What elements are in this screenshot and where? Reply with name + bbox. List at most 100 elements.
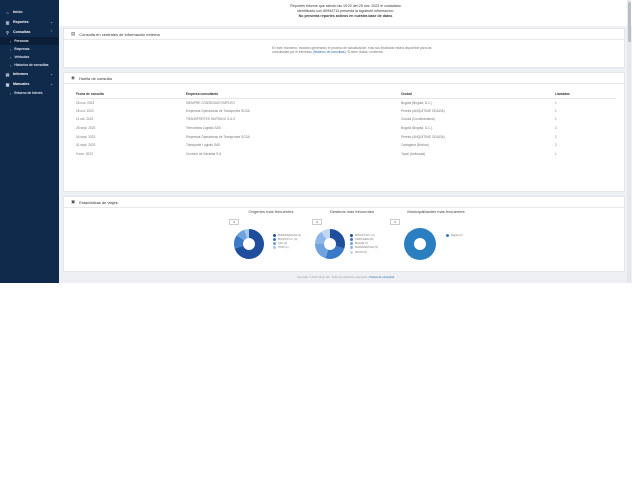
sidebar-subitem-1[interactable]: › Empresas bbox=[0, 45, 59, 53]
legend-swatch bbox=[350, 250, 353, 254]
chevron-icon: ⌄ bbox=[50, 82, 53, 86]
table-row: 28 sept. 2023 Termotrans Logistic SAS Bogo… bbox=[76, 124, 616, 133]
scrollbar-thumb[interactable] bbox=[627, 2, 631, 42]
table-row: 26 oct. 2023 Empresas Operadoras de Trans… bbox=[76, 107, 616, 116]
cell-date: 9 ene. 2023 bbox=[76, 151, 93, 156]
app-window: ⌂ Inicio ▥ Reportes ⌄ ⚲ Consultas ⌃ › Personas › Em… bbox=[0, 0, 632, 480]
cell-calls: 1 bbox=[555, 117, 557, 122]
col-city: Ciudad bbox=[401, 90, 555, 99]
legend-label: CALI (V) bbox=[278, 242, 288, 246]
legend-label: BUENAVENTURA (V) bbox=[278, 234, 302, 238]
col-company: Empresa consultante bbox=[186, 90, 401, 99]
legend-swatch bbox=[350, 234, 353, 237]
table-row: 11 oct. 2023 TRANSPORTES HURTADO S.A.S Cúc… bbox=[76, 115, 616, 124]
cell-calls: 2 bbox=[555, 143, 557, 148]
home-icon: ⌂ bbox=[6, 9, 9, 15]
col-date: Fecha de consulta bbox=[76, 90, 186, 99]
cell-city: Bogotá (Bogotá, D.C.) bbox=[401, 100, 433, 105]
bullet-icon: › bbox=[10, 38, 12, 44]
sidebar-subitem-2[interactable]: › Vehículos bbox=[0, 53, 59, 61]
sidebar-item-label: Inicio bbox=[13, 10, 23, 14]
cell-date: 26 nov. 2023 bbox=[76, 100, 95, 105]
sidebar-subitem-label: Vehículos bbox=[14, 55, 30, 59]
external-card: ▤ Consulta en centrales de información e… bbox=[63, 28, 625, 68]
legend-swatch bbox=[273, 238, 276, 242]
destinations-chart: Destinos más frecuentes 4 BOGOTÁ D.C. (C… bbox=[312, 209, 392, 259]
origins-chart: Orígenes más frecuentes 4 BUENAVENTURA (… bbox=[229, 209, 313, 259]
external-card-title: Consulta en centrales de información ext… bbox=[79, 31, 160, 37]
cell-date: 11 oct. 2023 bbox=[76, 117, 94, 122]
legend-label: OTRA (C) bbox=[278, 246, 289, 250]
legend-swatch bbox=[350, 246, 353, 250]
stats-card: ▣ Estadísticas de viajes Orígenes más fr… bbox=[63, 196, 625, 272]
table-row: 9 ene. 2023 Centurio de Sarabita S.A Yopal… bbox=[76, 150, 616, 159]
bullet-icon: › bbox=[10, 62, 12, 68]
cell-calls: 1 bbox=[555, 100, 557, 105]
external-card-header[interactable]: ▤ Consulta en centrales de información e… bbox=[64, 29, 624, 40]
legend-entry[interactable]: Bogotá (C) bbox=[446, 234, 463, 238]
document-icon: ▤ bbox=[5, 71, 10, 77]
cell-company: Termotrans Logistic SAS bbox=[186, 126, 221, 131]
sidebar-item-second-0[interactable]: ▤ Informes ⌄ bbox=[0, 69, 59, 79]
main-content: Reportes informe que siendo las 19:22 de… bbox=[59, 0, 632, 283]
municipalities-legend: Bogotá (C) bbox=[446, 234, 463, 238]
legend-label: Bogotá (C) bbox=[451, 234, 463, 238]
cell-company: Empresas Operadoras de Transportes SCSA bbox=[186, 134, 250, 139]
cell-city: Cartagena (Bolívar) bbox=[401, 143, 429, 148]
table-row: 04 sept. 2023 Empresas Operadoras de Tran… bbox=[76, 132, 616, 141]
stats-card-header[interactable]: ▣ Estadísticas de viajes bbox=[64, 197, 624, 208]
scrollbar[interactable] bbox=[627, 0, 631, 283]
sidebar-item-label: Reportes bbox=[13, 20, 29, 24]
cell-calls: 1 bbox=[555, 151, 557, 156]
sidebar-subitem-0[interactable]: › Personas bbox=[0, 37, 59, 45]
col-calls: Llamadas bbox=[555, 90, 616, 99]
municipalities-pie bbox=[404, 228, 436, 260]
bullet-icon: › bbox=[10, 54, 12, 60]
cell-city: Pereira (ANQUÍTIME ODAZIA) bbox=[401, 108, 445, 113]
cell-city: Pereira (ANQUÍTIME ODAZIA) bbox=[401, 134, 445, 139]
cell-date: 04 sept. 2023 bbox=[76, 134, 96, 139]
cell-city: Bogotá (Bogotá, D.C.) bbox=[401, 126, 433, 131]
sidebar-item-label: Informes bbox=[13, 72, 29, 76]
bullet-icon: › bbox=[10, 46, 12, 52]
sidebar-item-main-1[interactable]: ▥ Reportes ⌄ bbox=[0, 17, 59, 27]
search-icon: ⚲ bbox=[6, 29, 9, 35]
sidebar-item-main-2[interactable]: ⚲ Consultas ⌃ bbox=[0, 27, 59, 37]
trail-card: ◉ Huella de consulta Fecha de consulta E… bbox=[63, 72, 625, 192]
cell-city: Yopal (Antioquia) bbox=[401, 151, 426, 156]
sidebar-item-second-1[interactable]: ▦ Manuales ⌄ bbox=[0, 79, 59, 89]
cell-calls: 1 bbox=[555, 134, 557, 139]
report-icon: ▥ bbox=[5, 19, 10, 25]
trail-card-header[interactable]: ◉ Huella de consulta bbox=[64, 73, 624, 84]
external-text-3: Si tiene dudas, revisenos bbox=[347, 50, 383, 54]
legend-swatch bbox=[273, 242, 276, 246]
table-header-row: Fecha de consulta Empresa consultante Ci… bbox=[76, 90, 616, 99]
legend-swatch bbox=[273, 234, 276, 237]
report-message: Reportes informe que siendo las 19:22 de… bbox=[59, 0, 632, 26]
cell-date: 28 sept. 2023 bbox=[76, 126, 96, 131]
sidebar-subitem-label: Historico de consultas bbox=[14, 63, 49, 67]
cell-company: Empresas Operadoras de Transportes SCSA bbox=[186, 108, 250, 113]
document-icon: ▤ bbox=[71, 31, 76, 36]
legend-entry[interactable]: PASTO (N) bbox=[350, 250, 378, 255]
cell-calls: 2 bbox=[555, 126, 557, 131]
cell-city: Cúcuta (Cundinamarca) bbox=[401, 117, 435, 122]
donut-hole bbox=[414, 238, 426, 250]
cell-company: Centurio de Sarabita S.A bbox=[186, 151, 222, 156]
stats-card-title: Estadísticas de viajes bbox=[79, 199, 118, 205]
sidebar-subitem-3[interactable]: › Historico de consultas bbox=[0, 61, 59, 69]
legend-swatch bbox=[273, 246, 276, 250]
privacy-link[interactable]: Política de privacidad bbox=[369, 276, 394, 279]
legend-swatch bbox=[350, 238, 353, 242]
external-text: En este momento, estamos generando el pr… bbox=[272, 46, 432, 54]
legend-entry[interactable]: OTRA (C) bbox=[273, 246, 301, 250]
legend-swatch bbox=[350, 242, 353, 246]
sidebar-item-extra[interactable]: › Entorno de Interés bbox=[0, 89, 59, 97]
municipalities-chart: Municipalidades más frecuentes 4 Bogotá … bbox=[390, 209, 482, 260]
legend-label: BUENAVENTURA (V) bbox=[355, 246, 379, 250]
book-icon: ▦ bbox=[5, 81, 10, 87]
history-link[interactable]: (histórico de consultas) bbox=[313, 50, 346, 54]
chevron-icon: ⌄ bbox=[50, 72, 53, 76]
sidebar-item-main-0[interactable]: ⌂ Inicio bbox=[0, 7, 59, 17]
trail-card-title: Huella de consulta bbox=[78, 75, 112, 81]
